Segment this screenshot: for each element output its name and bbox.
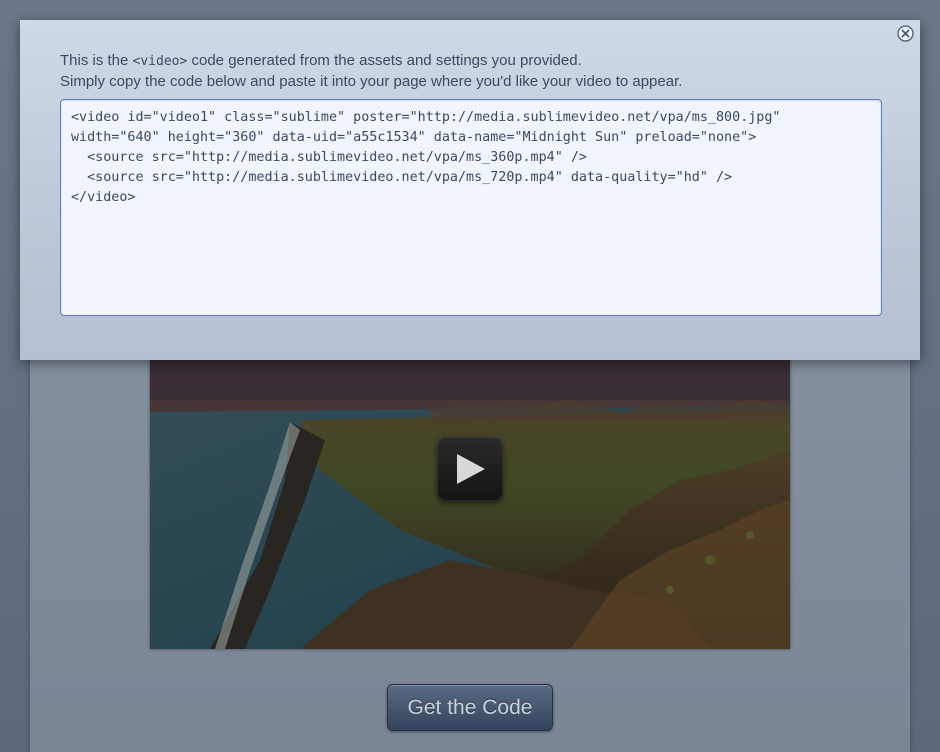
close-icon xyxy=(897,25,914,42)
intro-line-1: This is the <video> code generated from … xyxy=(60,51,682,72)
play-icon xyxy=(457,454,485,484)
intro-prefix: This is the xyxy=(60,52,133,69)
landscape-poster-image xyxy=(150,360,790,649)
close-button[interactable] xyxy=(897,25,914,42)
embed-code-modal: This is the <video> code generated from … xyxy=(20,20,920,360)
video-poster[interactable] xyxy=(150,360,790,649)
video-tag-label: <video> xyxy=(132,54,188,69)
modal-instructions: This is the <video> code generated from … xyxy=(60,51,682,92)
embed-code-textarea[interactable]: <video id="video1" class="sublime" poste… xyxy=(60,99,882,316)
intro-line-2: Simply copy the code below and paste it … xyxy=(60,73,683,90)
intro-suffix: code generated from the assets and setti… xyxy=(187,52,582,69)
get-code-button[interactable]: Get the Code xyxy=(387,684,553,731)
play-button[interactable] xyxy=(437,437,503,501)
